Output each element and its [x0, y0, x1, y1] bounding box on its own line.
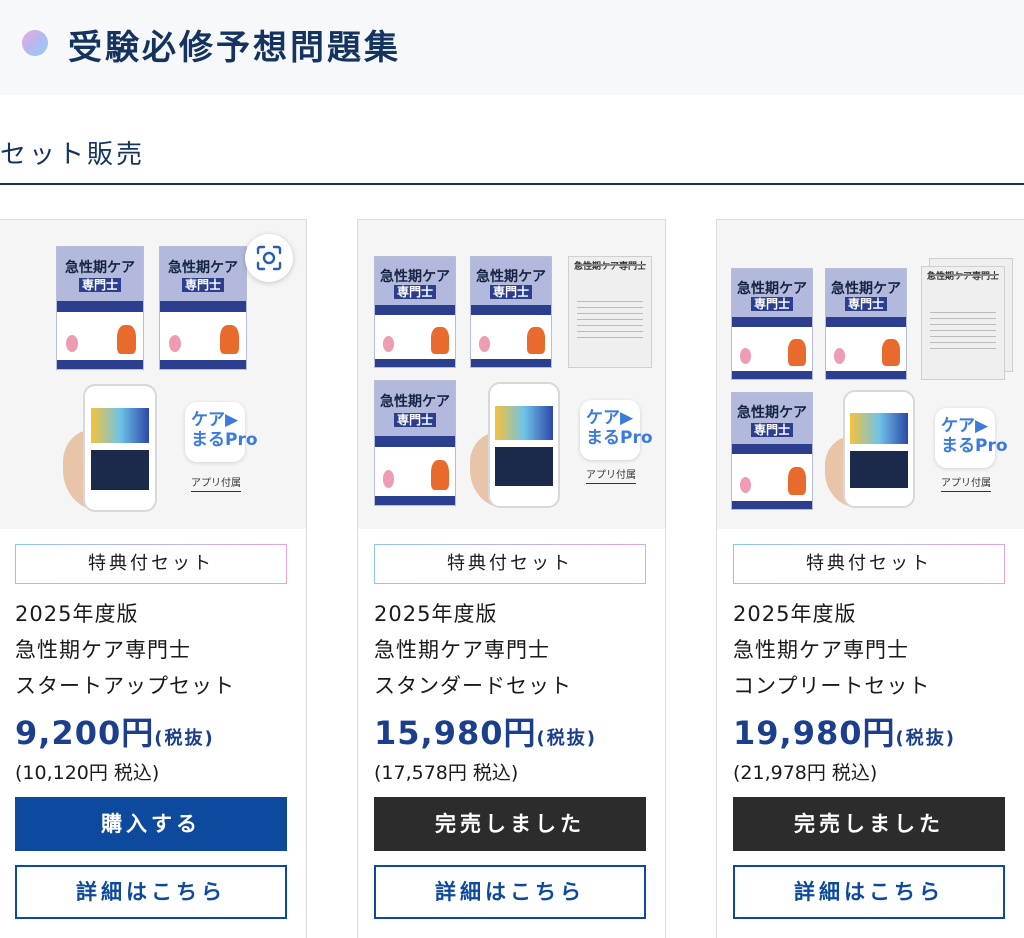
mock-exam-image: 急性期ケア専門士 [568, 256, 652, 368]
product-image[interactable]: 急性期ケア 専門士 急性期ケア 専門士 急性期ケア専門士 急性期ケア 専門士 ケ… [717, 220, 1024, 529]
app-icon: ケア▶ まるPro [185, 402, 258, 462]
page-title: 受験必修予想問題集 [68, 28, 401, 68]
sold-out-button[interactable]: 完売しました [374, 797, 646, 851]
price-tax-included: (17,578円 税込) [374, 762, 519, 784]
book-cover-image: 急性期ケア 専門士 [159, 246, 247, 370]
product-card-complete: 急性期ケア 専門士 急性期ケア 専門士 急性期ケア専門士 急性期ケア 専門士 ケ… [716, 219, 1024, 938]
product-image[interactable]: 急性期ケア 専門士 急性期ケア 専門士 ケア▶ まるPro アプリ付属 [0, 220, 306, 529]
book-cover-image: 急性期ケア 専門士 [731, 392, 813, 510]
detail-button[interactable]: 詳細はこちら [374, 865, 646, 919]
app-label: アプリ付属 [191, 474, 241, 492]
product-name: 急性期ケア専門士 [374, 638, 550, 662]
book-cover-image: 急性期ケア 専門士 [731, 268, 813, 380]
app-icon: ケア▶ まるPro [580, 400, 653, 460]
set-badge: 特典付セット [733, 544, 1005, 584]
book-cover-image: 急性期ケア 専門士 [374, 256, 456, 368]
buy-button[interactable]: 購入する [15, 797, 287, 851]
product-price: 15,980円(税抜) [374, 714, 597, 752]
product-name: 急性期ケア専門士 [733, 638, 909, 662]
product-price: 9,200円(税抜) [15, 714, 215, 752]
product-price: 19,980円(税抜) [733, 714, 956, 752]
detail-button[interactable]: 詳細はこちら [15, 865, 287, 919]
book-cover-image: 急性期ケア 専門士 [374, 380, 456, 506]
product-edition: 2025年度版 [733, 602, 857, 626]
zoom-button[interactable] [245, 234, 293, 282]
set-badge: 特典付セット [15, 544, 287, 584]
product-image[interactable]: 急性期ケア 専門士 急性期ケア 専門士 急性期ケア専門士 急性期ケア 専門士 ケ… [358, 220, 665, 529]
scan-zoom-icon [256, 245, 282, 271]
section-divider [0, 183, 1024, 185]
title-bullet-icon [22, 30, 48, 56]
book-cover-image: 急性期ケア 専門士 [470, 256, 552, 368]
product-edition: 2025年度版 [374, 602, 498, 626]
app-label: アプリ付属 [586, 466, 636, 484]
mock-exam-image: 急性期ケア専門士 [921, 266, 1005, 380]
product-set-name: コンプリートセット [733, 674, 931, 698]
page-header: 受験必修予想問題集 [0, 0, 1024, 95]
app-label: アプリ付属 [941, 474, 991, 492]
set-badge: 特典付セット [374, 544, 646, 584]
smartphone-image [488, 382, 560, 508]
detail-button[interactable]: 詳細はこちら [733, 865, 1005, 919]
product-edition: 2025年度版 [15, 602, 139, 626]
product-card-startup: 急性期ケア 専門士 急性期ケア 専門士 ケア▶ まるPro アプリ付属 特典付セ… [0, 219, 307, 938]
smartphone-image [843, 390, 915, 508]
book-cover-image: 急性期ケア 専門士 [56, 246, 144, 370]
book-cover-image: 急性期ケア 専門士 [825, 268, 907, 380]
product-set-name: スタンダードセット [374, 674, 572, 698]
price-tax-included: (21,978円 税込) [733, 762, 878, 784]
product-card-standard: 急性期ケア 専門士 急性期ケア 専門士 急性期ケア専門士 急性期ケア 専門士 ケ… [357, 219, 666, 938]
smartphone-image [83, 384, 157, 512]
product-set-name: スタートアップセット [15, 674, 235, 698]
app-icon: ケア▶ まるPro [935, 408, 1008, 468]
price-tax-included: (10,120円 税込) [15, 762, 160, 784]
section-title: セット販売 [0, 140, 146, 170]
product-name: 急性期ケア専門士 [15, 638, 191, 662]
sold-out-button[interactable]: 完売しました [733, 797, 1005, 851]
